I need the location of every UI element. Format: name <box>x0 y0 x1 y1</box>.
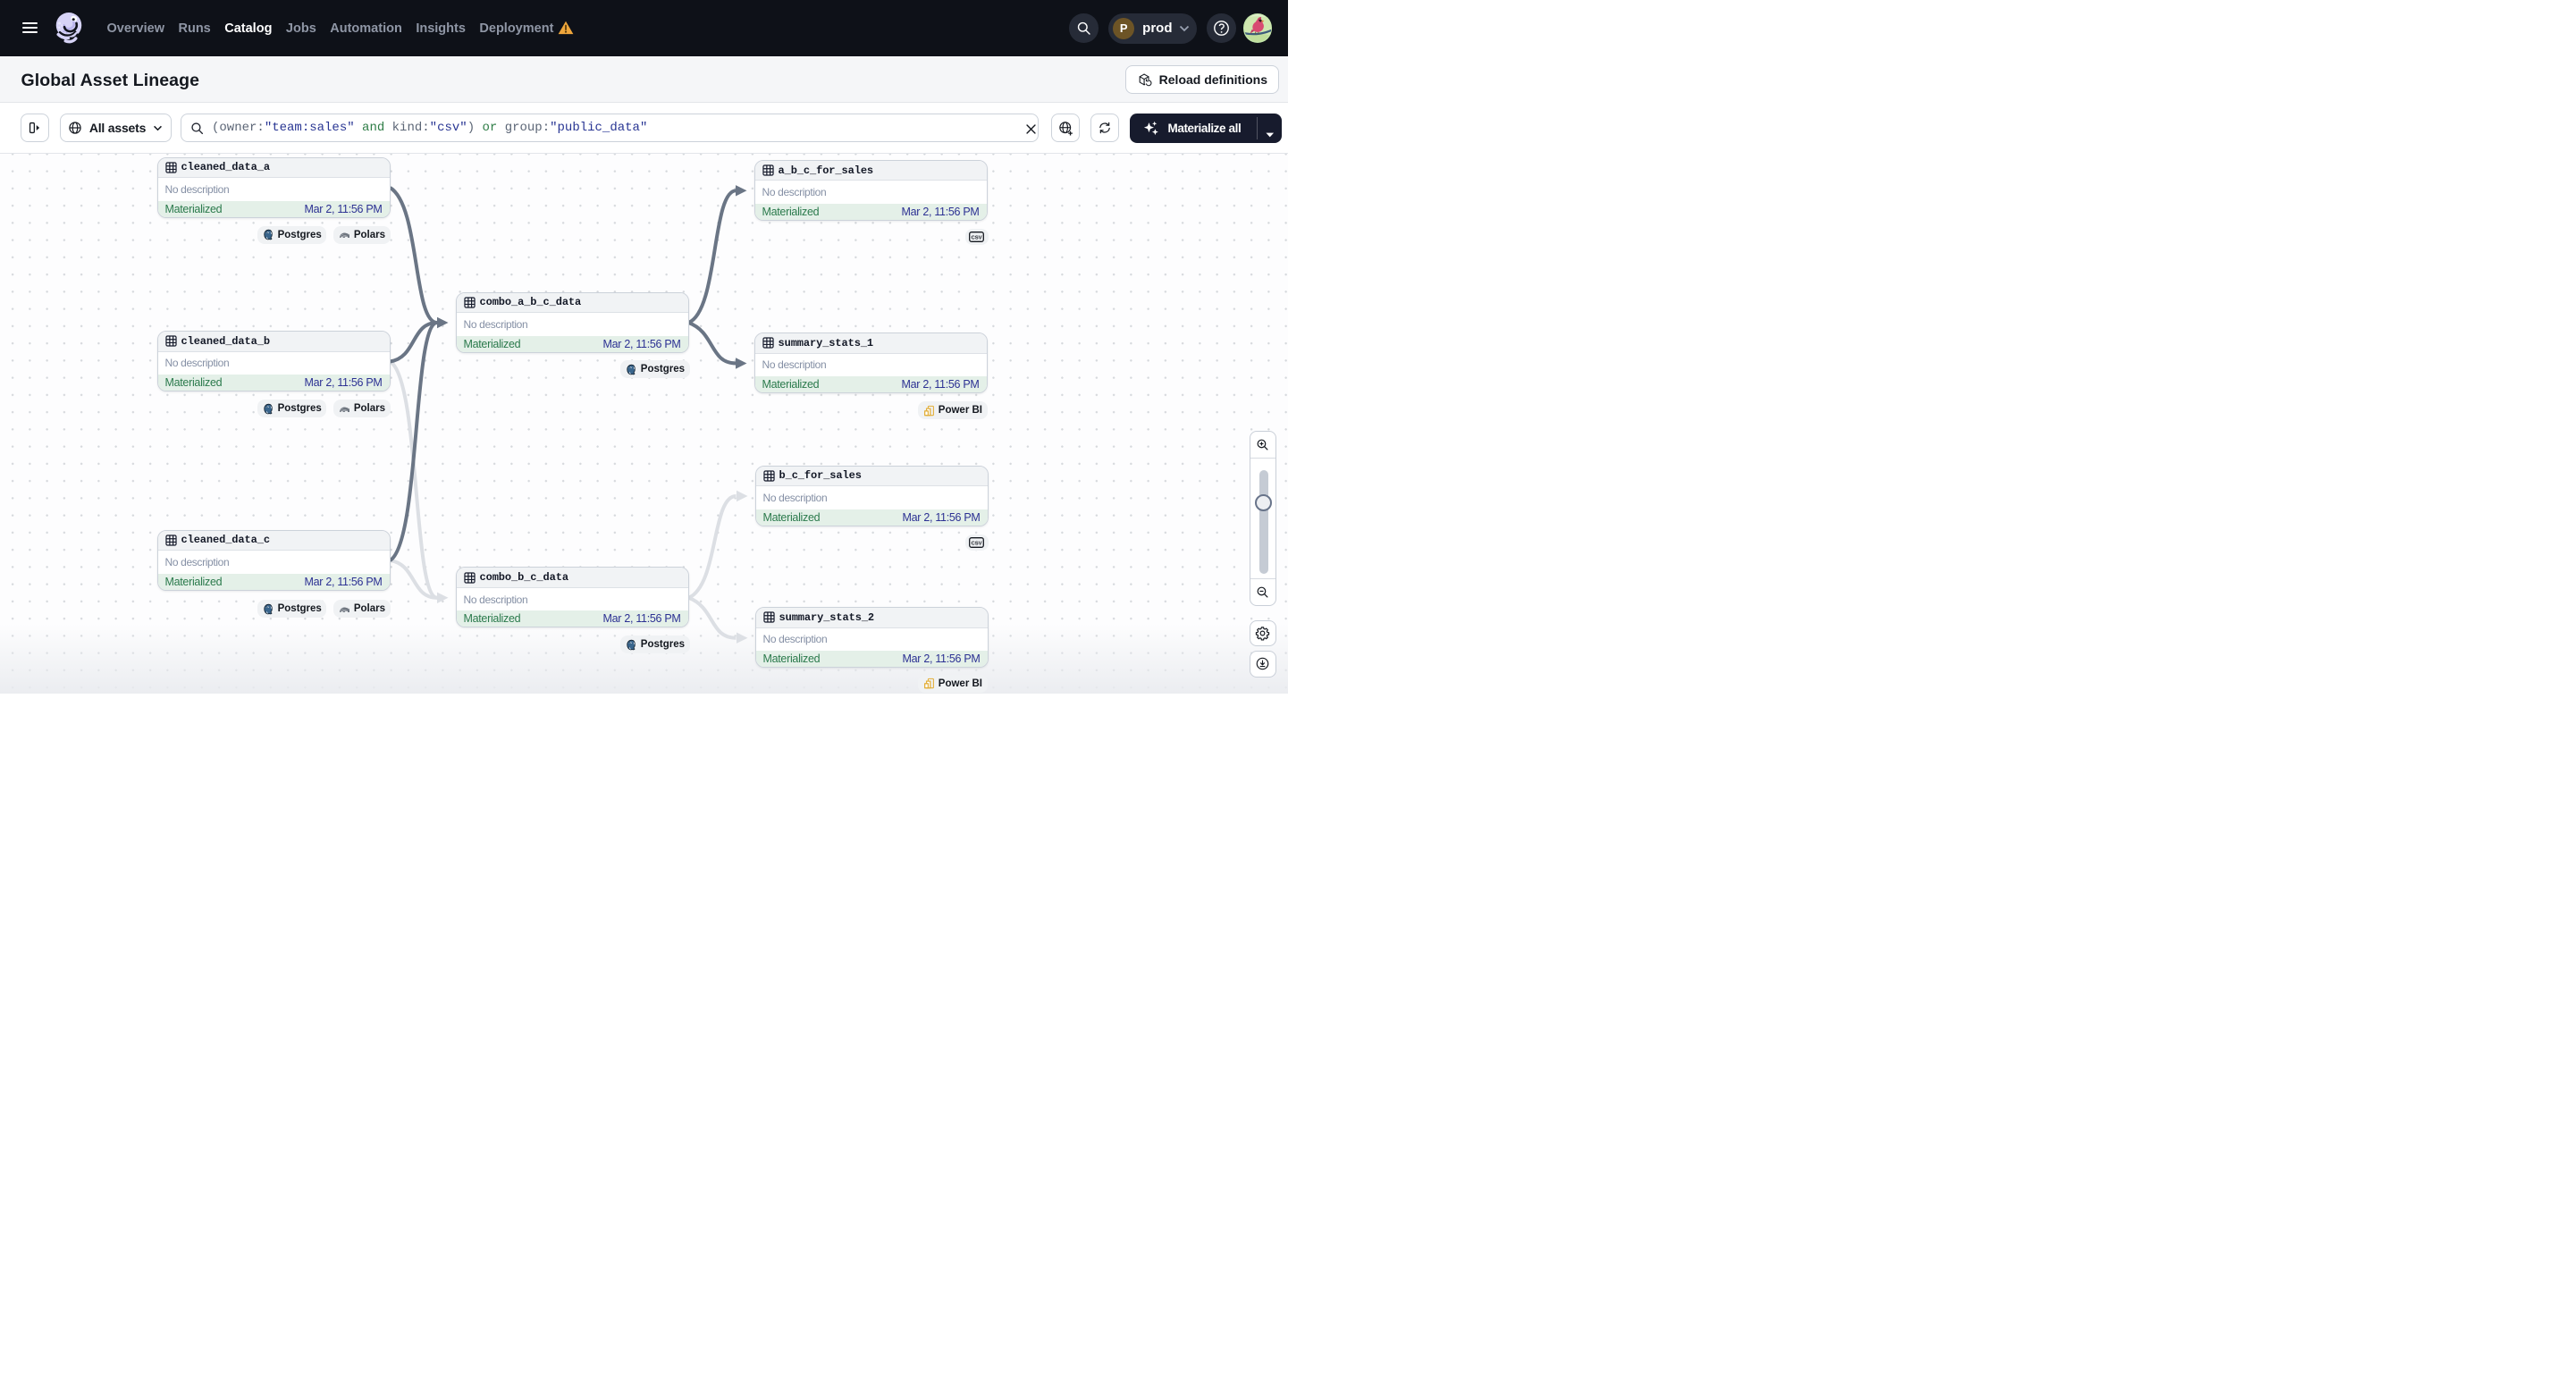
svg-text:CSV: CSV <box>971 542 981 547</box>
svg-text:CSV: CSV <box>971 236 981 241</box>
